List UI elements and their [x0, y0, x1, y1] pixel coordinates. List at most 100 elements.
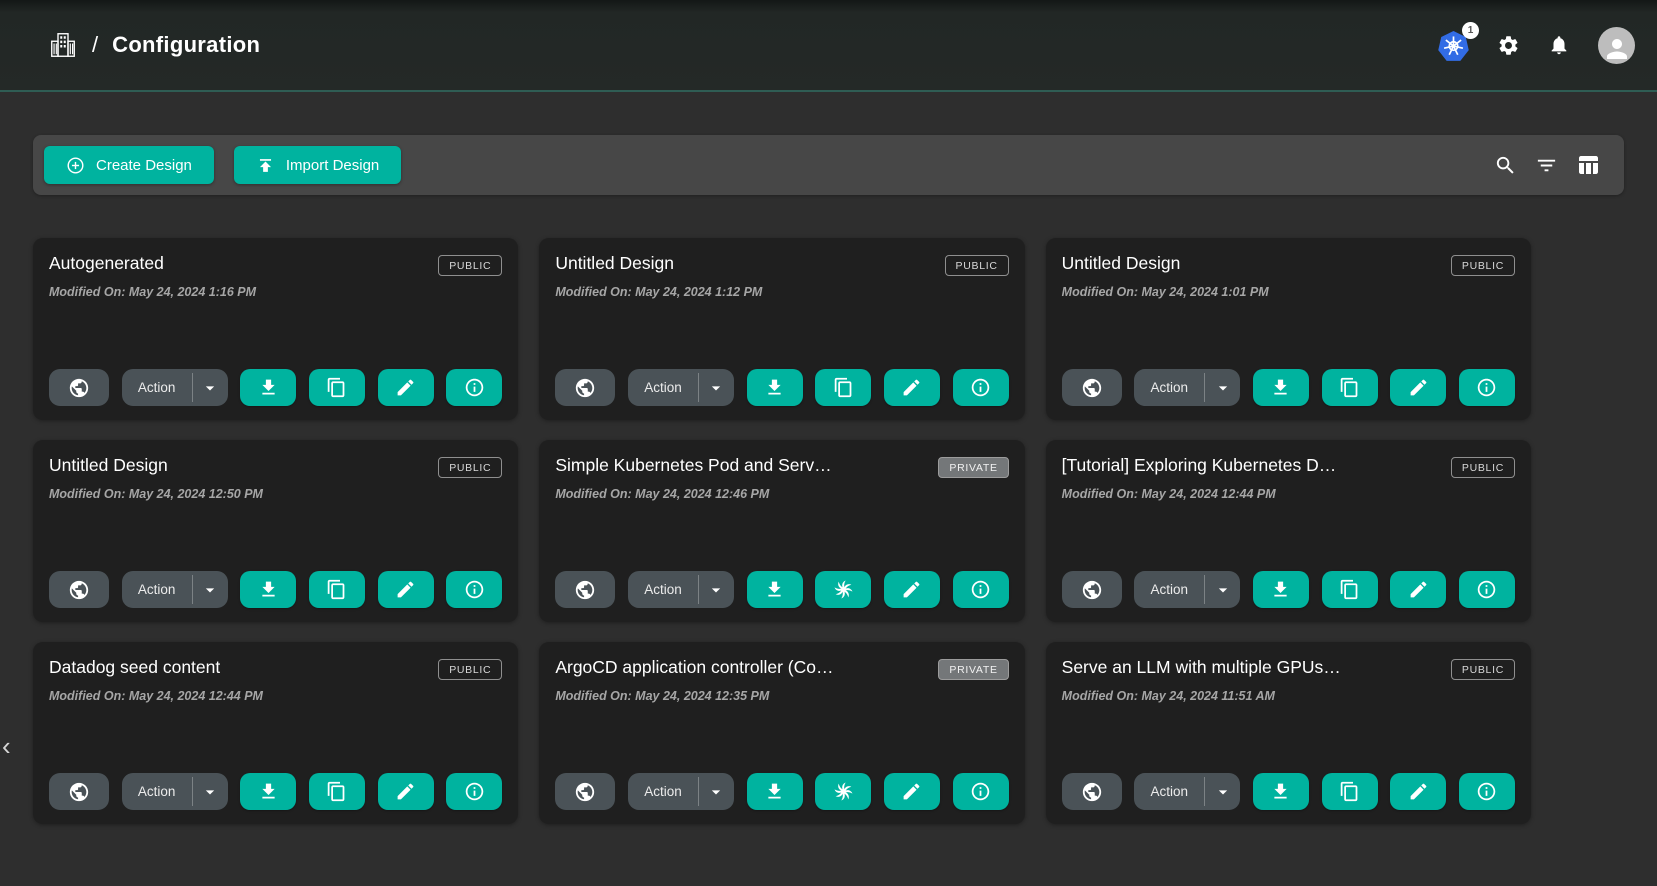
visibility-globe-button[interactable]	[1062, 773, 1122, 810]
notifications-button[interactable]	[1548, 34, 1570, 56]
action-button-label[interactable]: Action	[628, 571, 698, 608]
design-card: [Tutorial] Exploring Kubernetes D… PUBLI…	[1046, 440, 1531, 622]
action-button-label[interactable]: Action	[628, 773, 698, 810]
info-button[interactable]	[1459, 571, 1515, 608]
import-design-button[interactable]: Import Design	[234, 146, 401, 184]
chevron-down-icon[interactable]	[699, 773, 734, 810]
download-button[interactable]	[240, 369, 296, 406]
action-split-button[interactable]: Action	[628, 773, 734, 810]
visibility-globe-button[interactable]	[49, 571, 109, 608]
visibility-badge: PRIVATE	[938, 659, 1008, 680]
table-view-button[interactable]	[1576, 153, 1600, 177]
application-button[interactable]	[815, 773, 871, 810]
visibility-globe-button[interactable]	[555, 369, 615, 406]
visibility-globe-button[interactable]	[555, 773, 615, 810]
action-button-label[interactable]: Action	[628, 369, 698, 406]
action-button-label[interactable]: Action	[122, 369, 192, 406]
design-title: Untitled Design	[1062, 253, 1181, 274]
clone-button[interactable]	[309, 773, 365, 810]
action-button-label[interactable]: Action	[1134, 773, 1204, 810]
chevron-down-icon[interactable]	[1205, 773, 1240, 810]
clone-button[interactable]	[1322, 773, 1378, 810]
info-button[interactable]	[1459, 773, 1515, 810]
visibility-globe-button[interactable]	[49, 773, 109, 810]
action-button-label[interactable]: Action	[122, 773, 192, 810]
building-icon[interactable]	[48, 30, 78, 60]
edit-button[interactable]	[378, 571, 434, 608]
card-actions: Action	[555, 369, 1008, 406]
card-actions: Action	[555, 571, 1008, 608]
download-button[interactable]	[240, 773, 296, 810]
action-split-button[interactable]: Action	[1134, 773, 1240, 810]
swirl-pinwheel-icon	[832, 780, 855, 803]
user-avatar[interactable]	[1598, 27, 1635, 64]
chevron-down-icon[interactable]	[193, 773, 228, 810]
info-button[interactable]	[1459, 369, 1515, 406]
visibility-globe-button[interactable]	[555, 571, 615, 608]
card-actions: Action	[1062, 773, 1515, 810]
application-button[interactable]	[815, 571, 871, 608]
chevron-down-icon[interactable]	[193, 571, 228, 608]
edit-button[interactable]	[378, 369, 434, 406]
clone-button[interactable]	[309, 369, 365, 406]
action-button-label[interactable]: Action	[1134, 571, 1204, 608]
action-split-button[interactable]: Action	[1134, 571, 1240, 608]
visibility-badge: PUBLIC	[945, 255, 1009, 276]
download-button[interactable]	[1253, 773, 1309, 810]
action-split-button[interactable]: Action	[122, 773, 228, 810]
create-design-button[interactable]: Create Design	[44, 146, 214, 184]
visibility-badge: PRIVATE	[938, 457, 1008, 478]
edit-button[interactable]	[884, 571, 940, 608]
action-button-label[interactable]: Action	[122, 571, 192, 608]
info-button[interactable]	[953, 773, 1009, 810]
edit-button[interactable]	[884, 773, 940, 810]
action-split-button[interactable]: Action	[122, 571, 228, 608]
visibility-globe-button[interactable]	[1062, 571, 1122, 608]
download-button[interactable]	[240, 571, 296, 608]
sidebar-collapse-chevron[interactable]: ‹	[2, 733, 11, 759]
modified-date: Modified On: May 24, 2024 11:51 AM	[1062, 689, 1515, 703]
search-button[interactable]	[1494, 154, 1517, 177]
download-button[interactable]	[747, 369, 803, 406]
info-button[interactable]	[953, 571, 1009, 608]
info-button[interactable]	[446, 773, 502, 810]
clone-button[interactable]	[1322, 369, 1378, 406]
visibility-globe-button[interactable]	[49, 369, 109, 406]
action-split-button[interactable]: Action	[122, 369, 228, 406]
visibility-globe-button[interactable]	[1062, 369, 1122, 406]
settings-button[interactable]	[1497, 34, 1520, 57]
clone-button[interactable]	[1322, 571, 1378, 608]
action-button-label[interactable]: Action	[1134, 369, 1204, 406]
download-button[interactable]	[747, 571, 803, 608]
kubernetes-context-button[interactable]: 1	[1438, 30, 1469, 61]
action-split-button[interactable]: Action	[628, 369, 734, 406]
edit-button[interactable]	[378, 773, 434, 810]
edit-button[interactable]	[1390, 571, 1446, 608]
edit-button[interactable]	[1390, 369, 1446, 406]
chevron-down-icon[interactable]	[699, 571, 734, 608]
chevron-down-icon[interactable]	[1205, 369, 1240, 406]
pencil-icon	[395, 781, 416, 802]
modified-date: Modified On: May 24, 2024 12:46 PM	[555, 487, 1008, 501]
pencil-icon	[901, 781, 922, 802]
info-circle-icon	[970, 377, 991, 398]
clone-button[interactable]	[309, 571, 365, 608]
filter-button[interactable]	[1535, 154, 1558, 177]
info-button[interactable]	[446, 369, 502, 406]
action-split-button[interactable]: Action	[628, 571, 734, 608]
info-button[interactable]	[446, 571, 502, 608]
download-button[interactable]	[1253, 369, 1309, 406]
download-button[interactable]	[747, 773, 803, 810]
chevron-down-icon[interactable]	[699, 369, 734, 406]
design-grid: Autogenerated PUBLIC Modified On: May 24…	[33, 238, 1531, 824]
info-circle-icon	[970, 579, 991, 600]
edit-button[interactable]	[884, 369, 940, 406]
info-button[interactable]	[953, 369, 1009, 406]
download-button[interactable]	[1253, 571, 1309, 608]
chevron-down-icon[interactable]	[193, 369, 228, 406]
edit-button[interactable]	[1390, 773, 1446, 810]
chevron-down-icon[interactable]	[1205, 571, 1240, 608]
action-split-button[interactable]: Action	[1134, 369, 1240, 406]
clone-button[interactable]	[815, 369, 871, 406]
design-title: Autogenerated	[49, 253, 164, 274]
